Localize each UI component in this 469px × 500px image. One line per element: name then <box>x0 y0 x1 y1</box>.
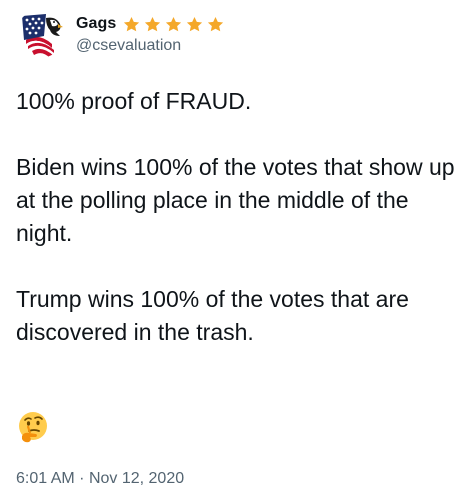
display-name[interactable]: Gags <box>76 15 116 33</box>
star-icon <box>208 16 224 31</box>
star-icon <box>166 16 182 31</box>
user-handle[interactable]: @csevaluation <box>76 37 227 55</box>
tweet-text-line-1: 100% proof of FRAUD. <box>16 88 252 114</box>
star-icon <box>187 16 203 31</box>
star-icon <box>124 16 140 31</box>
tweet-date[interactable]: Nov 12, 2020 <box>89 470 184 487</box>
name-row: Gags <box>76 13 227 35</box>
tweet-body: 100% proof of FRAUD. Biden wins 100% of … <box>16 85 456 349</box>
star-badges <box>122 15 227 34</box>
user-info: Gags @csevaluation <box>76 13 227 55</box>
tweet-header: Gags @csevaluation <box>16 8 227 60</box>
american-flag-avatar-icon[interactable] <box>16 10 64 58</box>
tweet-card: Gags @csevaluation 100% proof of FRAUD. … <box>0 0 469 500</box>
tweet-text-paragraph-3: Trump wins 100% of the votes that are di… <box>16 286 409 345</box>
star-icon <box>145 16 161 31</box>
tweet-time[interactable]: 6:01 AM <box>16 470 75 487</box>
timestamp-separator: · <box>79 470 85 487</box>
tweet-timestamp[interactable]: 6:01 AM · Nov 12, 2020 <box>16 470 184 488</box>
thinking-face-icon <box>16 410 50 444</box>
tweet-text-paragraph-2: Biden wins 100% of the votes that show u… <box>16 154 455 246</box>
